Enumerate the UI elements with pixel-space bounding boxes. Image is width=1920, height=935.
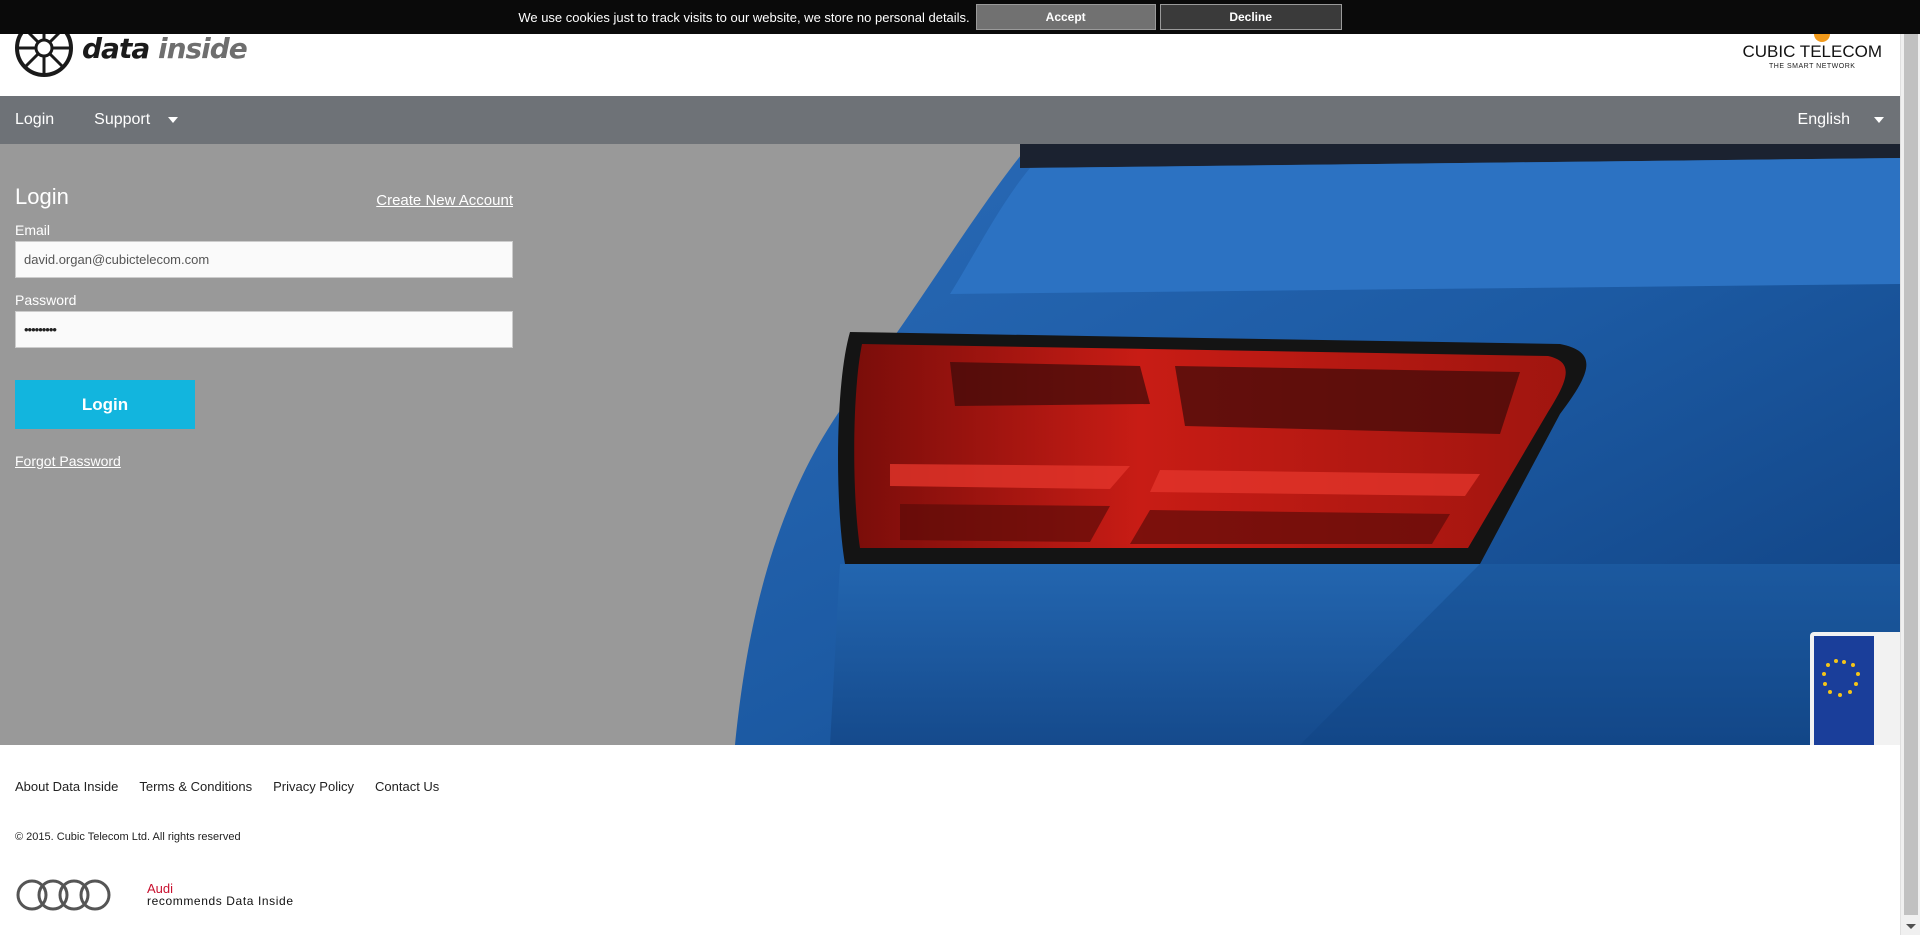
accept-cookies-button[interactable]: Accept: [975, 4, 1156, 30]
audi-rings-icon: [16, 879, 111, 911]
copyright-text: © 2015. Cubic Telecom Ltd. All rights re…: [15, 831, 241, 843]
logo-wordmark: data inside: [82, 31, 248, 65]
footer-link-about[interactable]: About Data Inside: [15, 779, 118, 794]
email-field[interactable]: david.organ@cubictelecom.com: [15, 241, 513, 278]
login-form: Login Create New Account Email david.org…: [15, 184, 513, 471]
nav-support[interactable]: Support: [94, 111, 179, 129]
audi-recommendation: Audi recommends Data Inside: [15, 877, 294, 913]
nav-login[interactable]: Login: [15, 111, 54, 129]
forgot-password-link[interactable]: Forgot Password: [15, 453, 121, 469]
footer-link-terms[interactable]: Terms & Conditions: [139, 779, 252, 794]
nav-login-label: Login: [15, 111, 55, 128]
scroll-down-icon[interactable]: [1906, 924, 1916, 929]
audi-recommends-text: recommends Data Inside: [147, 894, 294, 908]
language-label: English: [1797, 111, 1850, 128]
footer-link-contact[interactable]: Contact Us: [375, 779, 439, 794]
email-label: Email: [15, 222, 51, 238]
password-field[interactable]: •••••••••: [15, 311, 513, 348]
cubic-telecom-logo: CUBIC TELECOM THE SMART NETWORK: [1742, 28, 1883, 70]
nav-support-label: Support: [94, 111, 151, 128]
password-label: Password: [15, 292, 77, 308]
language-selector[interactable]: English: [1798, 111, 1884, 129]
caret-down-icon: [168, 117, 179, 123]
page-scrollbar[interactable]: [1900, 0, 1920, 935]
login-button[interactable]: Login: [15, 380, 195, 429]
scroll-thumb[interactable]: [1904, 20, 1918, 915]
caret-down-icon: [1874, 117, 1884, 123]
partner-name: CUBIC TELECOM: [1742, 42, 1883, 61]
decline-cookies-button[interactable]: Decline: [1159, 4, 1342, 30]
partner-tagline: THE SMART NETWORK: [1769, 63, 1856, 70]
hero-section: Login Create New Account Email david.org…: [0, 144, 1900, 745]
cookie-message: We use cookies just to track visits to o…: [518, 9, 970, 25]
cookie-banner: We use cookies just to track visits to o…: [0, 0, 1920, 34]
main-nav: Login Support English: [0, 96, 1900, 144]
footer-links: About Data Inside Terms & Conditions Pri…: [15, 779, 439, 794]
site-footer: About Data Inside Terms & Conditions Pri…: [0, 745, 1900, 935]
create-account-link[interactable]: Create New Account: [376, 192, 513, 209]
footer-link-privacy[interactable]: Privacy Policy: [273, 779, 354, 794]
